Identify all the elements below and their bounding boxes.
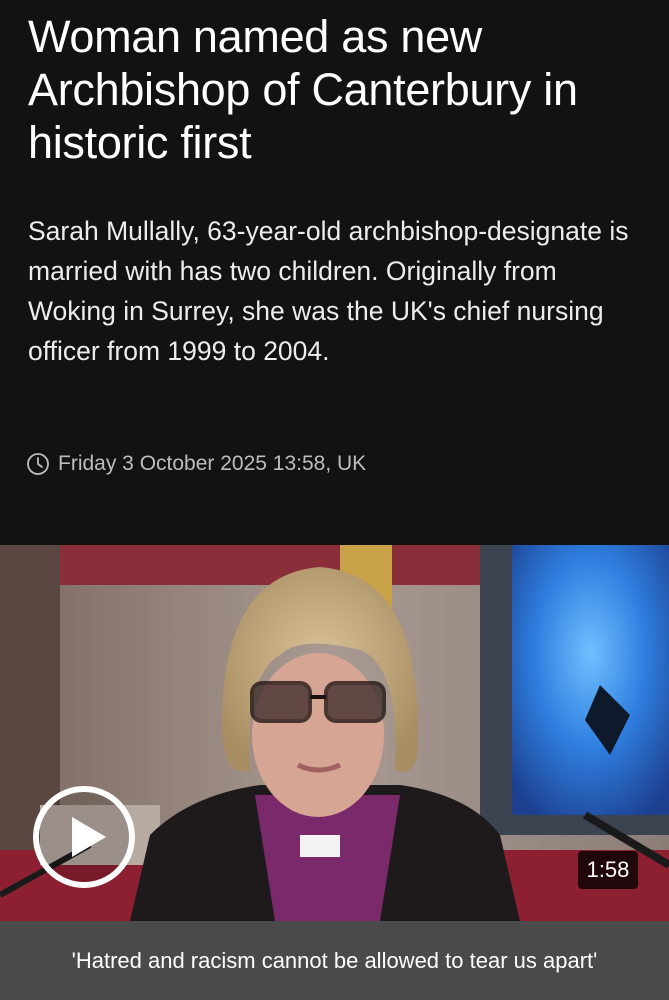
article-timestamp: Friday 3 October 2025 13:58, UK (26, 450, 366, 478)
timestamp-text: Friday 3 October 2025 13:58, UK (58, 452, 367, 475)
play-icon (72, 817, 106, 857)
video-duration-badge: 1:58 (578, 851, 638, 889)
article-headline: Woman named as new Archbishop of Canterb… (28, 11, 578, 168)
video-caption: 'Hatred and racism cannot be allowed to … (0, 921, 669, 1000)
article-page: Woman named as new Archbishop of Canterb… (0, 0, 669, 1000)
article-standfirst: Sarah Mullally, 63-year-old archbishop-d… (28, 216, 629, 366)
clock-icon (27, 453, 49, 475)
play-button[interactable] (33, 786, 135, 888)
